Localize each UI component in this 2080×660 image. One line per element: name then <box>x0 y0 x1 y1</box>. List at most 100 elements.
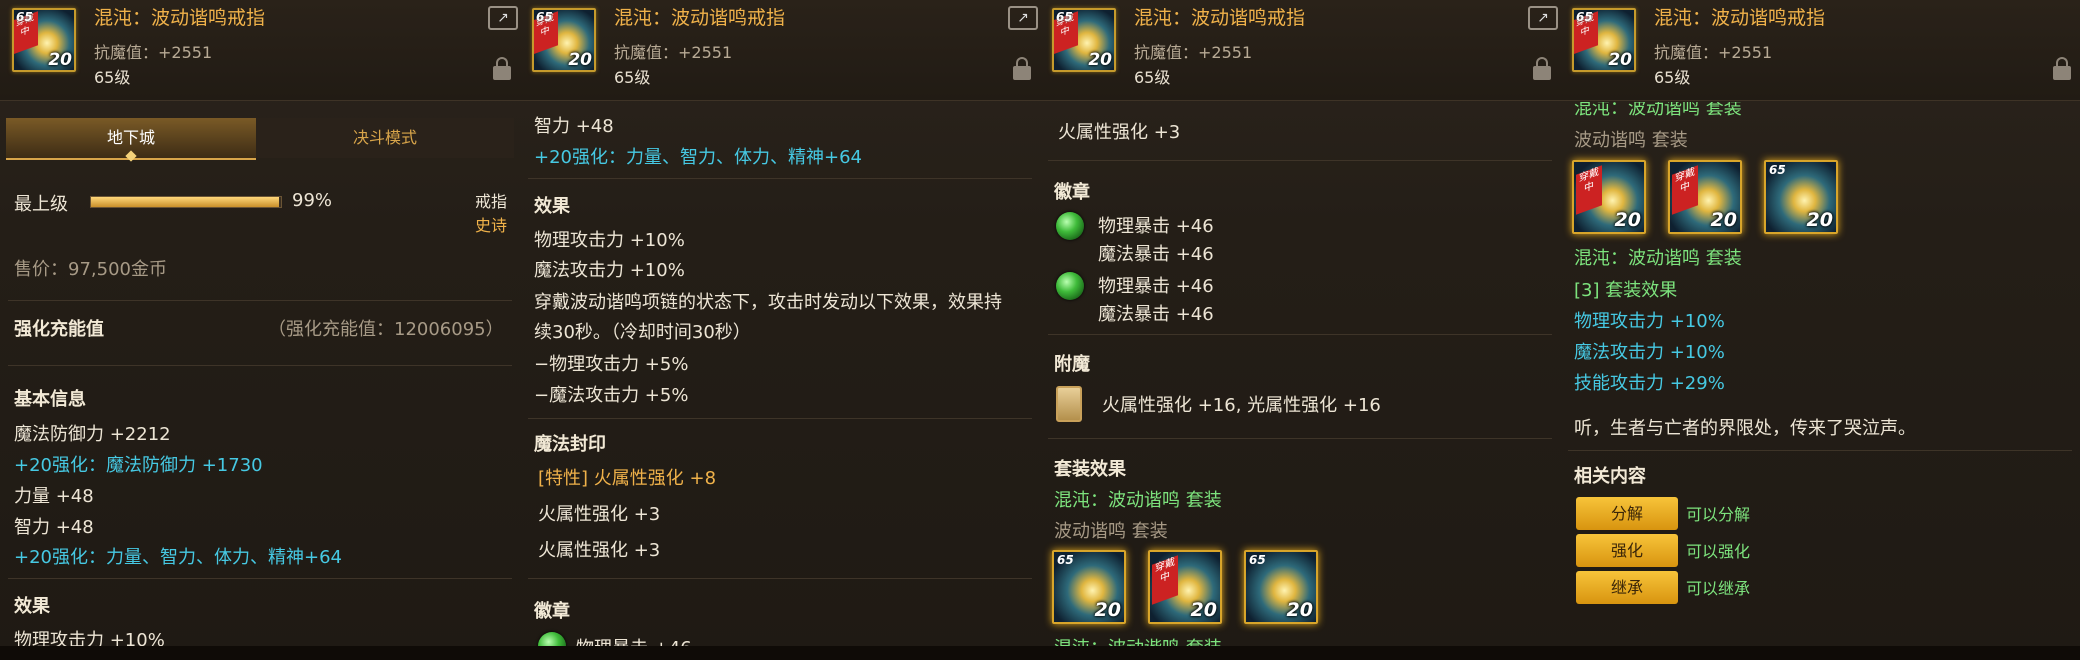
emblem-line: 物理暴击 +46 <box>1098 216 1214 237</box>
ring-item-icon: 穿戴中 65 20 <box>1572 8 1636 72</box>
icon-enhance: 20 <box>1094 599 1121 621</box>
tooltip-panel-1: 穿戴中 65 20 混沌：波动谐鸣戒指 抗魔值：+2551 65级 ↗ 地下城 … <box>0 0 521 660</box>
set-name: 混沌：波动谐鸣 套装 <box>1054 490 1222 511</box>
emblem-heading: 徽章 <box>1054 182 1090 203</box>
set-effect-line: 物理攻击力 +10% <box>1574 311 1725 332</box>
tooltip-panel-2: 穿戴中 65 20 混沌：波动谐鸣戒指 抗魔值：+2551 65级 ↗ 智力 +… <box>520 0 1041 660</box>
icon-enhance: 20 <box>1286 599 1313 621</box>
item-level: 65级 <box>614 68 651 87</box>
emblem-line: 魔法暴击 +46 <box>1098 304 1214 325</box>
icon-level: 65 <box>1576 10 1593 24</box>
icon-enhance: 20 <box>1710 209 1737 231</box>
set-name: 混沌：波动谐鸣 套装 <box>1054 638 1222 659</box>
set-piece-icon[interactable]: 穿戴中 20 <box>1668 160 1742 234</box>
set-piece-icon[interactable]: 穿戴中 20 <box>1148 550 1222 624</box>
ring-item-icon: 穿戴中 65 20 <box>532 8 596 72</box>
item-name: 混沌：波动谐鸣戒指 <box>1134 7 1306 29</box>
icon-enhance: 20 <box>1608 50 1632 70</box>
share-icon[interactable]: ↗ <box>1008 6 1038 30</box>
icon-enhance: 20 <box>48 50 72 70</box>
emblem-orb-icon <box>1056 272 1084 300</box>
grade-bar-fill <box>91 197 280 207</box>
enchant-card-icon <box>1056 386 1082 422</box>
set-effect-line: 魔法攻击力 +10% <box>1574 342 1725 363</box>
seal-line: 火属性强化 +3 <box>538 504 661 525</box>
lock-icon[interactable] <box>1533 57 1551 80</box>
item-header: 穿戴中 65 20 混沌：波动谐鸣戒指 抗魔值：+2551 65级 ↗ <box>520 0 1040 101</box>
effect-line: 物理攻击力 +10% <box>534 230 685 251</box>
wearing-badge: 穿戴中 <box>1152 555 1178 605</box>
divider <box>1048 334 1552 335</box>
set-piece-icon[interactable]: 65 20 <box>1764 160 1838 234</box>
tooltip-panel-4: 穿戴中 65 20 混沌：波动谐鸣戒指 抗魔值：+2551 65级 混沌：波动谐… <box>1560 0 2080 660</box>
divider <box>8 578 512 579</box>
divider <box>1568 450 2072 451</box>
action-note: 可以分解 <box>1686 505 1751 524</box>
effect-line: 物理攻击力 +10% <box>14 630 165 651</box>
icon-level: 65 <box>16 10 33 24</box>
icon-level: 65 <box>1056 10 1073 24</box>
set-sub: 波动谐鸣 套装 <box>1054 521 1168 542</box>
effect-line: −魔法攻击力 +5% <box>534 385 689 406</box>
share-icon[interactable]: ↗ <box>1528 6 1558 30</box>
grade-percent: 99% <box>292 190 333 211</box>
lock-icon[interactable] <box>2053 57 2071 80</box>
item-header: 穿戴中 65 20 混沌：波动谐鸣戒指 抗魔值：+2551 65级 ↗ <box>1040 0 1560 101</box>
effect-line: 穿戴波动谐鸣项链的状态下，攻击时发动以下效果，效果持 <box>534 292 1002 313</box>
enchant-line: 火属性强化 +16, 光属性强化 +16 <box>1102 395 1381 416</box>
action-note: 可以继承 <box>1686 579 1751 598</box>
grade-bar <box>90 196 282 208</box>
action-note: 可以强化 <box>1686 542 1751 561</box>
item-name: 混沌：波动谐鸣戒指 <box>614 7 786 29</box>
reinforce-button[interactable]: 强化 <box>1576 534 1678 567</box>
seal-line: [特性] 火属性强化 +8 <box>538 468 717 489</box>
disassemble-button[interactable]: 分解 <box>1576 497 1678 530</box>
emblem-line: 物理暴击 +46 <box>1098 276 1214 297</box>
slot-type: 戒指 <box>475 192 508 211</box>
basic-stat: 智力 +48 <box>14 517 94 538</box>
effect-heading: 效果 <box>534 196 570 217</box>
lock-icon[interactable] <box>493 57 511 80</box>
set-name: 混沌：波动谐鸣 套装 <box>1574 248 1742 269</box>
emblem-line: 物理暴击 +46 <box>576 638 692 659</box>
flavor-text: 听，生者与亡者的界限处，传来了哭泣声。 <box>1574 418 1916 439</box>
basic-stat: +20强化：力量、智力、体力、精神+64 <box>14 547 342 568</box>
set-piece-icon[interactable]: 穿戴中 20 <box>1572 160 1646 234</box>
icon-level: 65 <box>1057 553 1074 567</box>
set-piece-icon[interactable]: 65 20 <box>1244 550 1318 624</box>
seal-line: 火属性强化 +3 <box>538 540 661 561</box>
sell-price: 售价：97,500金币 <box>14 259 167 280</box>
item-level: 65级 <box>1654 68 1691 87</box>
effect-line: 魔法攻击力 +10% <box>534 260 685 281</box>
effect-heading: 效果 <box>14 596 50 617</box>
item-level: 65级 <box>1134 68 1171 87</box>
set-effect-line: 技能攻击力 +29% <box>1574 373 1725 394</box>
tooltip-panel-3: 穿戴中 65 20 混沌：波动谐鸣戒指 抗魔值：+2551 65级 ↗ 火属性强… <box>1040 0 1561 660</box>
set-piece-icon[interactable]: 65 20 <box>1052 550 1126 624</box>
icon-level: 65 <box>1769 163 1786 177</box>
item-resist: 抗魔值：+2551 <box>94 43 213 62</box>
share-icon[interactable]: ↗ <box>488 6 518 30</box>
item-name: 混沌：波动谐鸣戒指 <box>1654 7 1826 29</box>
basic-info-heading: 基本信息 <box>14 389 86 410</box>
inherit-button[interactable]: 继承 <box>1576 571 1678 604</box>
rarity: 史诗 <box>475 216 508 235</box>
icon-enhance: 20 <box>1614 209 1641 231</box>
wearing-badge: 穿戴中 <box>1672 165 1698 215</box>
divider <box>528 178 1032 179</box>
tab-duel[interactable]: 决斗模式 <box>256 118 514 158</box>
stat-line: 智力 +48 <box>534 116 614 137</box>
emblem-heading: 徽章 <box>534 601 570 622</box>
grade-label: 最上级 <box>14 194 68 215</box>
divider <box>1048 438 1552 439</box>
divider <box>528 418 1032 419</box>
lock-icon[interactable] <box>1013 57 1031 80</box>
item-resist: 抗魔值：+2551 <box>614 43 733 62</box>
stat-line: +20强化：力量、智力、体力、精神+64 <box>534 147 862 168</box>
charge-label: 强化充能值 <box>14 319 104 340</box>
icon-enhance: 20 <box>1190 599 1217 621</box>
effect-line: −物理攻击力 +5% <box>534 354 689 375</box>
icon-level: 65 <box>1249 553 1266 567</box>
seal-heading: 魔法封印 <box>534 434 606 455</box>
icon-level: 65 <box>536 10 553 24</box>
